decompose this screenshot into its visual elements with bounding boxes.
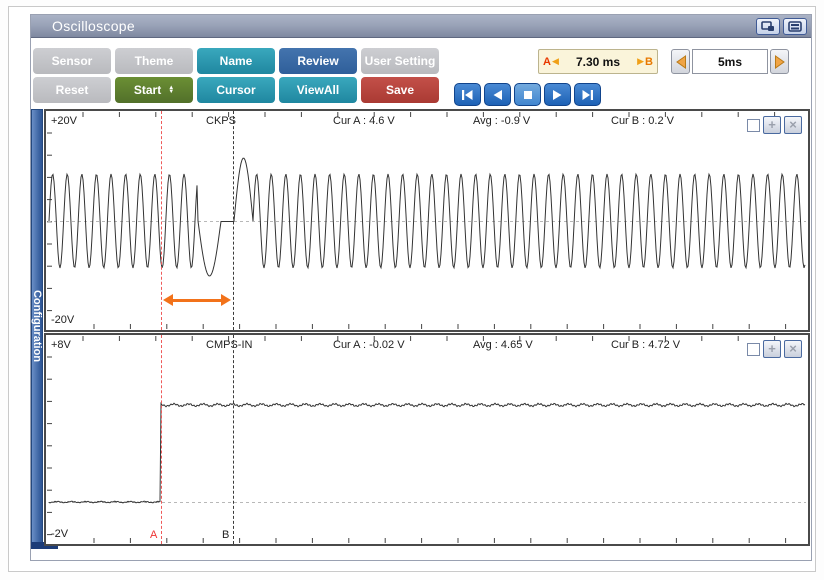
cursor-b-measurement: Cur B : 0.2 V bbox=[611, 115, 674, 127]
review-button[interactable]: Review bbox=[279, 48, 357, 74]
cursor-a-measurement: Cur A : -0.02 V bbox=[333, 339, 405, 351]
cursor-b-tag: B bbox=[222, 529, 229, 541]
skip-to-end-button[interactable] bbox=[574, 83, 601, 106]
configuration-tab[interactable]: Configuration bbox=[31, 109, 43, 543]
window-title: Oscilloscope bbox=[52, 18, 135, 34]
avg-measurement: Avg : 4.65 V bbox=[473, 339, 533, 351]
app-icon bbox=[37, 19, 44, 34]
cursor-a-line[interactable] bbox=[161, 111, 162, 330]
cursor-b-line[interactable] bbox=[233, 335, 234, 544]
page: Oscilloscope Sensor bbox=[0, 0, 824, 580]
skip-to-start-icon bbox=[461, 90, 474, 100]
skip-to-end-icon bbox=[581, 90, 594, 100]
cursor-a-measurement: Cur A : 4.6 V bbox=[333, 115, 395, 127]
timebase-decrease-button[interactable] bbox=[671, 49, 690, 74]
range-top-label: +8V bbox=[51, 339, 71, 351]
range-top-label: +20V bbox=[51, 115, 77, 127]
close-channel-button[interactable]: × bbox=[784, 340, 802, 358]
cursor-time-readout[interactable]: A ◀ 7.30 ms ▶ B bbox=[538, 49, 658, 74]
layout-bars-icon bbox=[788, 21, 802, 32]
theme-button[interactable]: Theme bbox=[115, 48, 193, 74]
zoom-in-button[interactable]: + bbox=[763, 340, 781, 358]
playback-controls bbox=[454, 83, 601, 106]
frame: Oscilloscope Sensor bbox=[8, 6, 816, 572]
scope-panel-ckps: +20V CKPS Cur A : 4.6 V Avg : -0.9 V Cur… bbox=[44, 109, 810, 332]
sensor-button[interactable]: Sensor bbox=[33, 48, 111, 74]
cursor-b-measurement: Cur B : 4.72 V bbox=[611, 339, 680, 351]
avg-measurement: Avg : -0.9 V bbox=[473, 115, 530, 127]
stop-button[interactable] bbox=[514, 83, 541, 106]
play-button[interactable] bbox=[544, 83, 571, 106]
start-button[interactable]: Start ▲▼ bbox=[115, 77, 193, 103]
cursor-b-label: B bbox=[645, 56, 653, 68]
cursor-a-tag: A bbox=[150, 529, 157, 541]
channel-select-checkbox[interactable] bbox=[747, 343, 760, 356]
cursor-button[interactable]: Cursor bbox=[197, 77, 275, 103]
arrow-right-icon bbox=[774, 55, 786, 69]
cursor-a-line[interactable] bbox=[161, 335, 162, 544]
cursor-a-label: A bbox=[543, 56, 551, 68]
timebase-value[interactable]: 5ms bbox=[692, 49, 768, 74]
channel-name: CMPS-IN bbox=[206, 339, 252, 351]
configuration-tab-label: Configuration bbox=[31, 290, 43, 362]
name-button[interactable]: Name bbox=[197, 48, 275, 74]
step-back-icon bbox=[492, 90, 503, 100]
channel-select-checkbox[interactable] bbox=[747, 119, 760, 132]
save-button[interactable]: Save bbox=[361, 77, 439, 103]
nudge-b-right-icon[interactable]: ▶ bbox=[637, 56, 644, 67]
start-button-label: Start bbox=[134, 83, 161, 97]
window-layout-button[interactable] bbox=[783, 18, 807, 35]
titlebar: Oscilloscope bbox=[31, 15, 811, 38]
user-setting-button[interactable]: User Setting bbox=[361, 48, 439, 74]
timebase-increase-button[interactable] bbox=[770, 49, 789, 74]
viewall-button[interactable]: ViewAll bbox=[279, 77, 357, 103]
cursor-b-line[interactable] bbox=[233, 111, 234, 330]
play-icon bbox=[552, 90, 563, 100]
start-spinner-icon: ▲▼ bbox=[168, 86, 174, 94]
toolbar: Sensor Theme Name Review User Setting Re… bbox=[31, 39, 811, 109]
channel-name: CKPS bbox=[206, 115, 236, 127]
window-arrange-button[interactable] bbox=[756, 18, 780, 35]
zoom-in-button[interactable]: + bbox=[763, 116, 781, 134]
range-bottom-label: -20V bbox=[51, 314, 74, 326]
arrange-windows-icon bbox=[761, 21, 775, 32]
arrow-head-right-icon bbox=[221, 294, 231, 306]
scope-panel-cmps-in: +8V CMPS-IN Cur A : -0.02 V Avg : 4.65 V… bbox=[44, 333, 810, 546]
close-channel-button[interactable]: × bbox=[784, 116, 802, 134]
nudge-a-left-icon[interactable]: ◀ bbox=[552, 56, 559, 67]
cursor-span-arrow[interactable] bbox=[163, 294, 231, 307]
range-bottom-label: -2V bbox=[51, 528, 68, 540]
skip-to-start-button[interactable] bbox=[454, 83, 481, 106]
arrow-left-icon bbox=[675, 55, 687, 69]
cursor-delta-time: 7.30 ms bbox=[560, 55, 636, 69]
reset-button[interactable]: Reset bbox=[33, 77, 111, 103]
oscilloscope-window: Oscilloscope Sensor bbox=[30, 14, 812, 561]
step-back-button[interactable] bbox=[484, 83, 511, 106]
stop-icon bbox=[523, 90, 533, 100]
